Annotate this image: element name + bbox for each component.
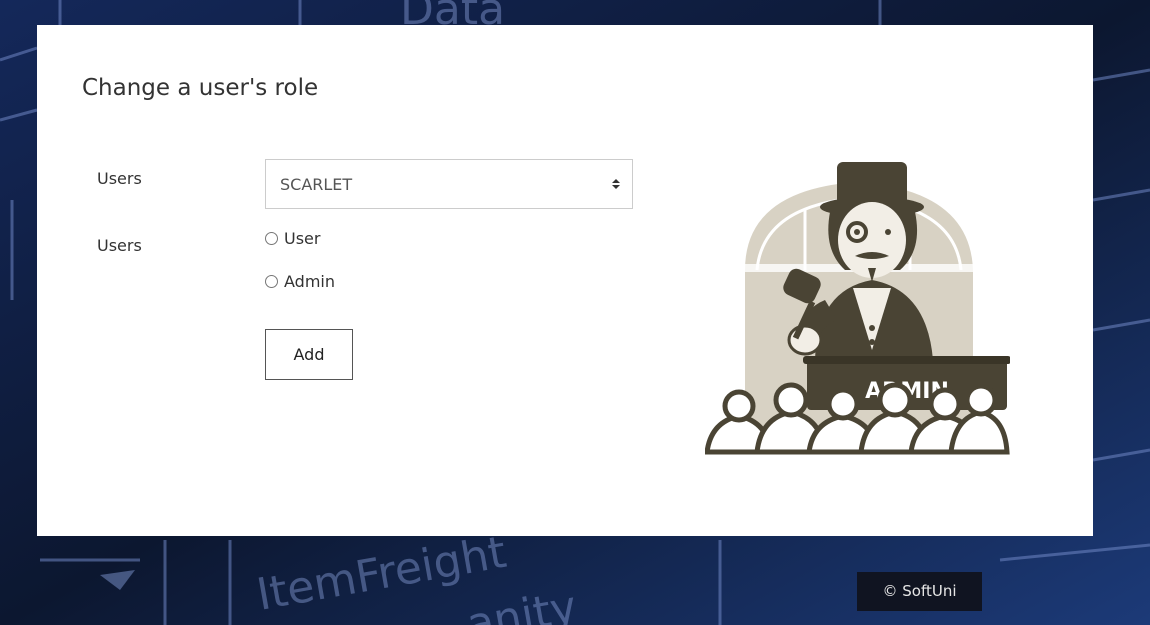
add-button[interactable]: Add (265, 329, 353, 380)
footer-copyright: © SoftUni (857, 572, 982, 611)
user-select-value: SCARLET (280, 175, 353, 194)
radio-user[interactable] (265, 231, 278, 245)
radio-admin[interactable] (265, 274, 278, 288)
radio-admin-label: Admin (284, 271, 335, 291)
role-option-user[interactable]: User (265, 228, 320, 248)
role-option-admin[interactable]: Admin (265, 271, 335, 291)
radio-user-label: User (284, 228, 321, 248)
admin-logo-icon: ADMIN (705, 162, 1010, 455)
change-role-card: Change a user's role Users SCARLET Users… (37, 25, 1093, 536)
user-select[interactable]: SCARLET (265, 159, 633, 209)
users-label: Users (97, 169, 142, 188)
role-label: Users (97, 236, 142, 255)
page-title: Change a user's role (82, 75, 319, 101)
select-arrows-icon (612, 179, 620, 189)
